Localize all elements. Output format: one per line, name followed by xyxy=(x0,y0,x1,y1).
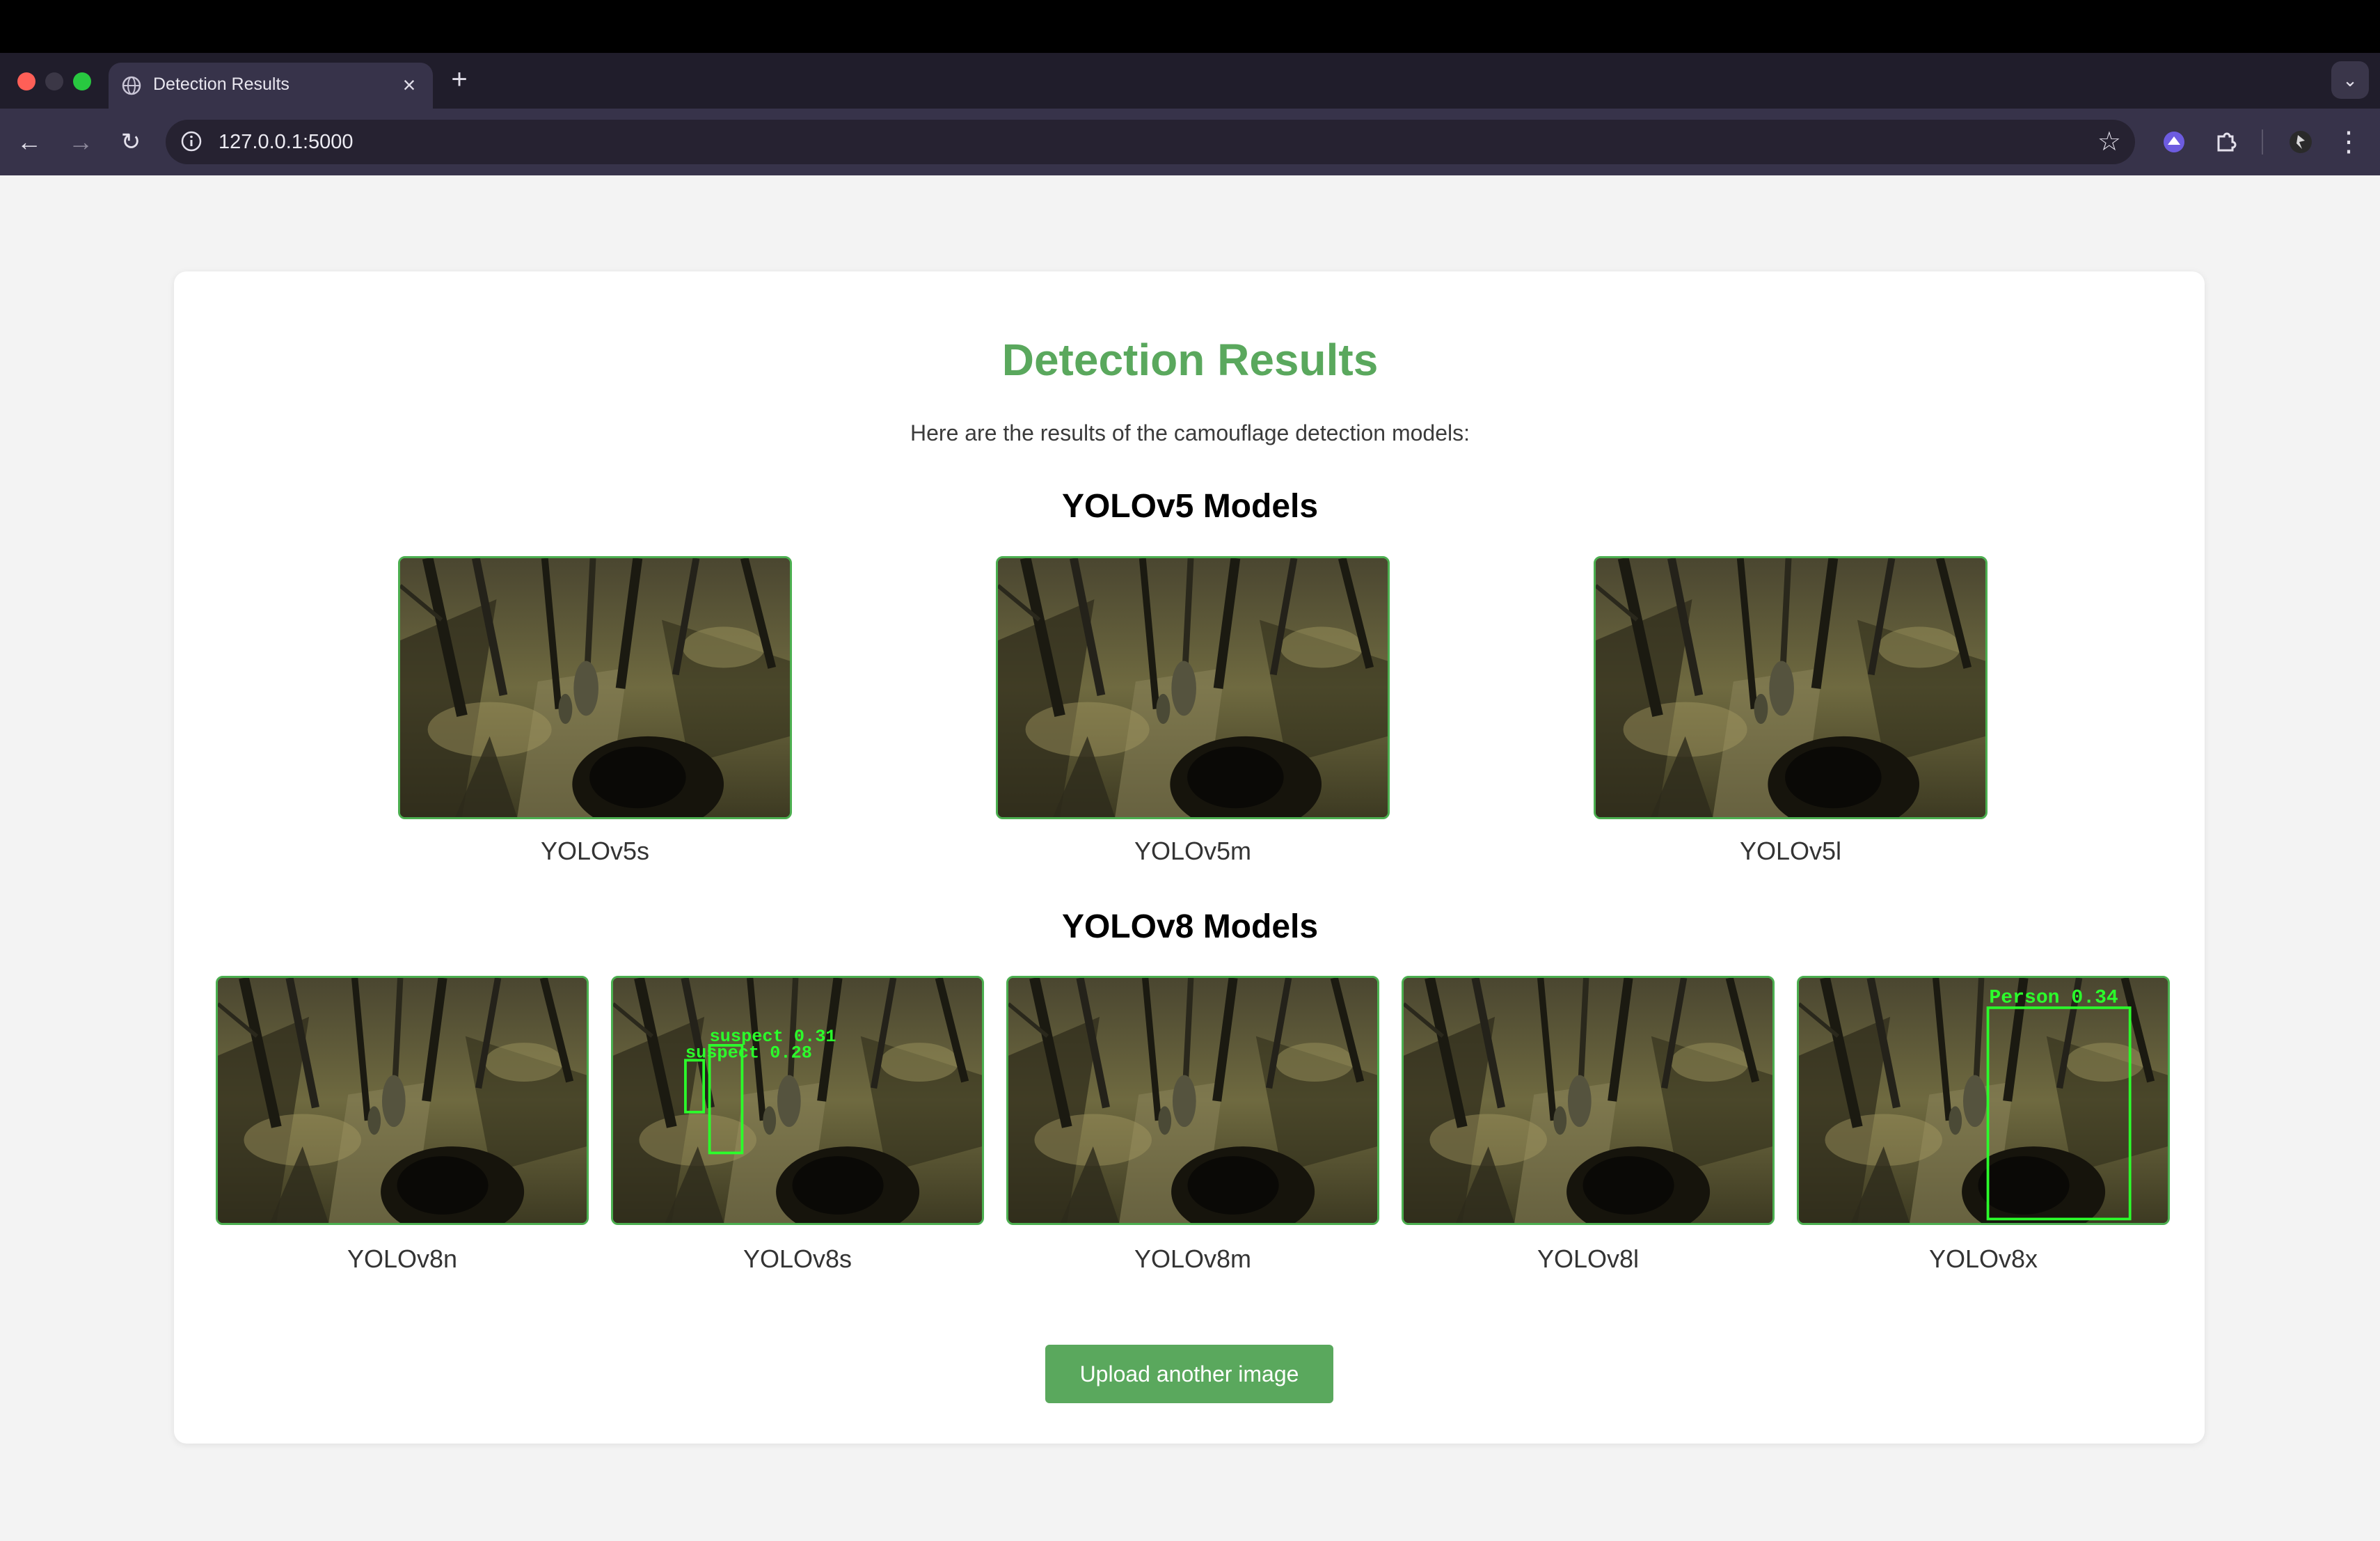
forest-scene xyxy=(218,978,587,1223)
yolov5m-result-image xyxy=(996,556,1390,819)
address-bar[interactable]: 127.0.0.1:5000 ☆ xyxy=(166,120,2135,164)
new-tab-button[interactable]: + xyxy=(443,64,476,97)
page-subtitle: Here are the results of the camouflage d… xyxy=(910,420,1470,445)
yolov8-heading: YOLOv8 Models xyxy=(1061,908,1319,945)
reload-icon[interactable]: ↻ xyxy=(113,124,149,160)
yolov8s-label: YOLOv8s xyxy=(743,1244,852,1273)
forest-scene xyxy=(400,558,790,817)
globe-icon xyxy=(121,75,142,96)
minimize-window-button[interactable] xyxy=(45,72,63,90)
forest-scene xyxy=(1596,558,1985,817)
forest-scene xyxy=(1008,978,1377,1223)
zoom-window-button[interactable] xyxy=(73,72,91,90)
forest-scene xyxy=(998,558,1388,817)
forest-scene: Person 0.34 xyxy=(1799,978,2168,1223)
forward-arrow-icon[interactable]: → xyxy=(63,124,99,160)
bookmark-star-icon[interactable]: ☆ xyxy=(2097,125,2121,159)
detection-label: Person 0.34 xyxy=(1989,987,2118,1009)
page-title: Detection Results xyxy=(1001,335,1379,385)
tab-search-chevron-icon[interactable]: ⌄ xyxy=(2331,61,2369,99)
back-arrow-icon[interactable]: ← xyxy=(11,124,47,160)
tab-title: Detection Results xyxy=(153,74,289,94)
forest-scene: suspect 0.28 suspect 0.31 xyxy=(613,978,982,1223)
yolov8l-result-image xyxy=(1402,976,1775,1225)
yolov8s-result-image: suspect 0.28 suspect 0.31 xyxy=(611,976,984,1225)
close-window-button[interactable] xyxy=(17,72,35,90)
yolov5s-label: YOLOv5s xyxy=(540,837,650,865)
yolov8n-label: YOLOv8n xyxy=(347,1244,458,1273)
yolov8n-result-image xyxy=(216,976,589,1225)
yolov8x-label: YOLOv8x xyxy=(1928,1244,2038,1273)
yolov5l-label: YOLOv5l xyxy=(1739,837,1842,865)
yolov8m-label: YOLOv8m xyxy=(1134,1244,1252,1273)
yolov5s-result-image xyxy=(398,556,792,819)
toolbar-divider xyxy=(2262,129,2263,155)
yolov8m-result-image xyxy=(1006,976,1379,1225)
yolov8x-result-image: Person 0.34 xyxy=(1797,976,2170,1225)
yolov8l-label: YOLOv8l xyxy=(1537,1244,1640,1273)
detection-label: suspect 0.31 xyxy=(710,1027,836,1047)
url-text: 127.0.0.1:5000 xyxy=(219,131,354,153)
extensions-puzzle-icon[interactable] xyxy=(2209,125,2242,159)
yolov5l-result-image xyxy=(1594,556,1988,819)
extension-profile-icon[interactable] xyxy=(2157,125,2191,159)
yolov5m-label: YOLOv5m xyxy=(1134,837,1252,865)
avatar-icon[interactable] xyxy=(2284,125,2317,159)
macos-menubar xyxy=(0,0,2380,53)
forest-scene xyxy=(1404,978,1772,1223)
upload-another-image-button[interactable]: Upload another image xyxy=(1045,1345,1333,1403)
browser-menu-icon[interactable]: ⋮ xyxy=(2333,124,2365,160)
close-tab-icon[interactable]: × xyxy=(394,70,425,100)
yolov5-heading: YOLOv5 Models xyxy=(1061,488,1319,525)
browser-tab[interactable]: Detection Results × xyxy=(109,63,433,109)
site-info-icon[interactable] xyxy=(180,129,203,153)
